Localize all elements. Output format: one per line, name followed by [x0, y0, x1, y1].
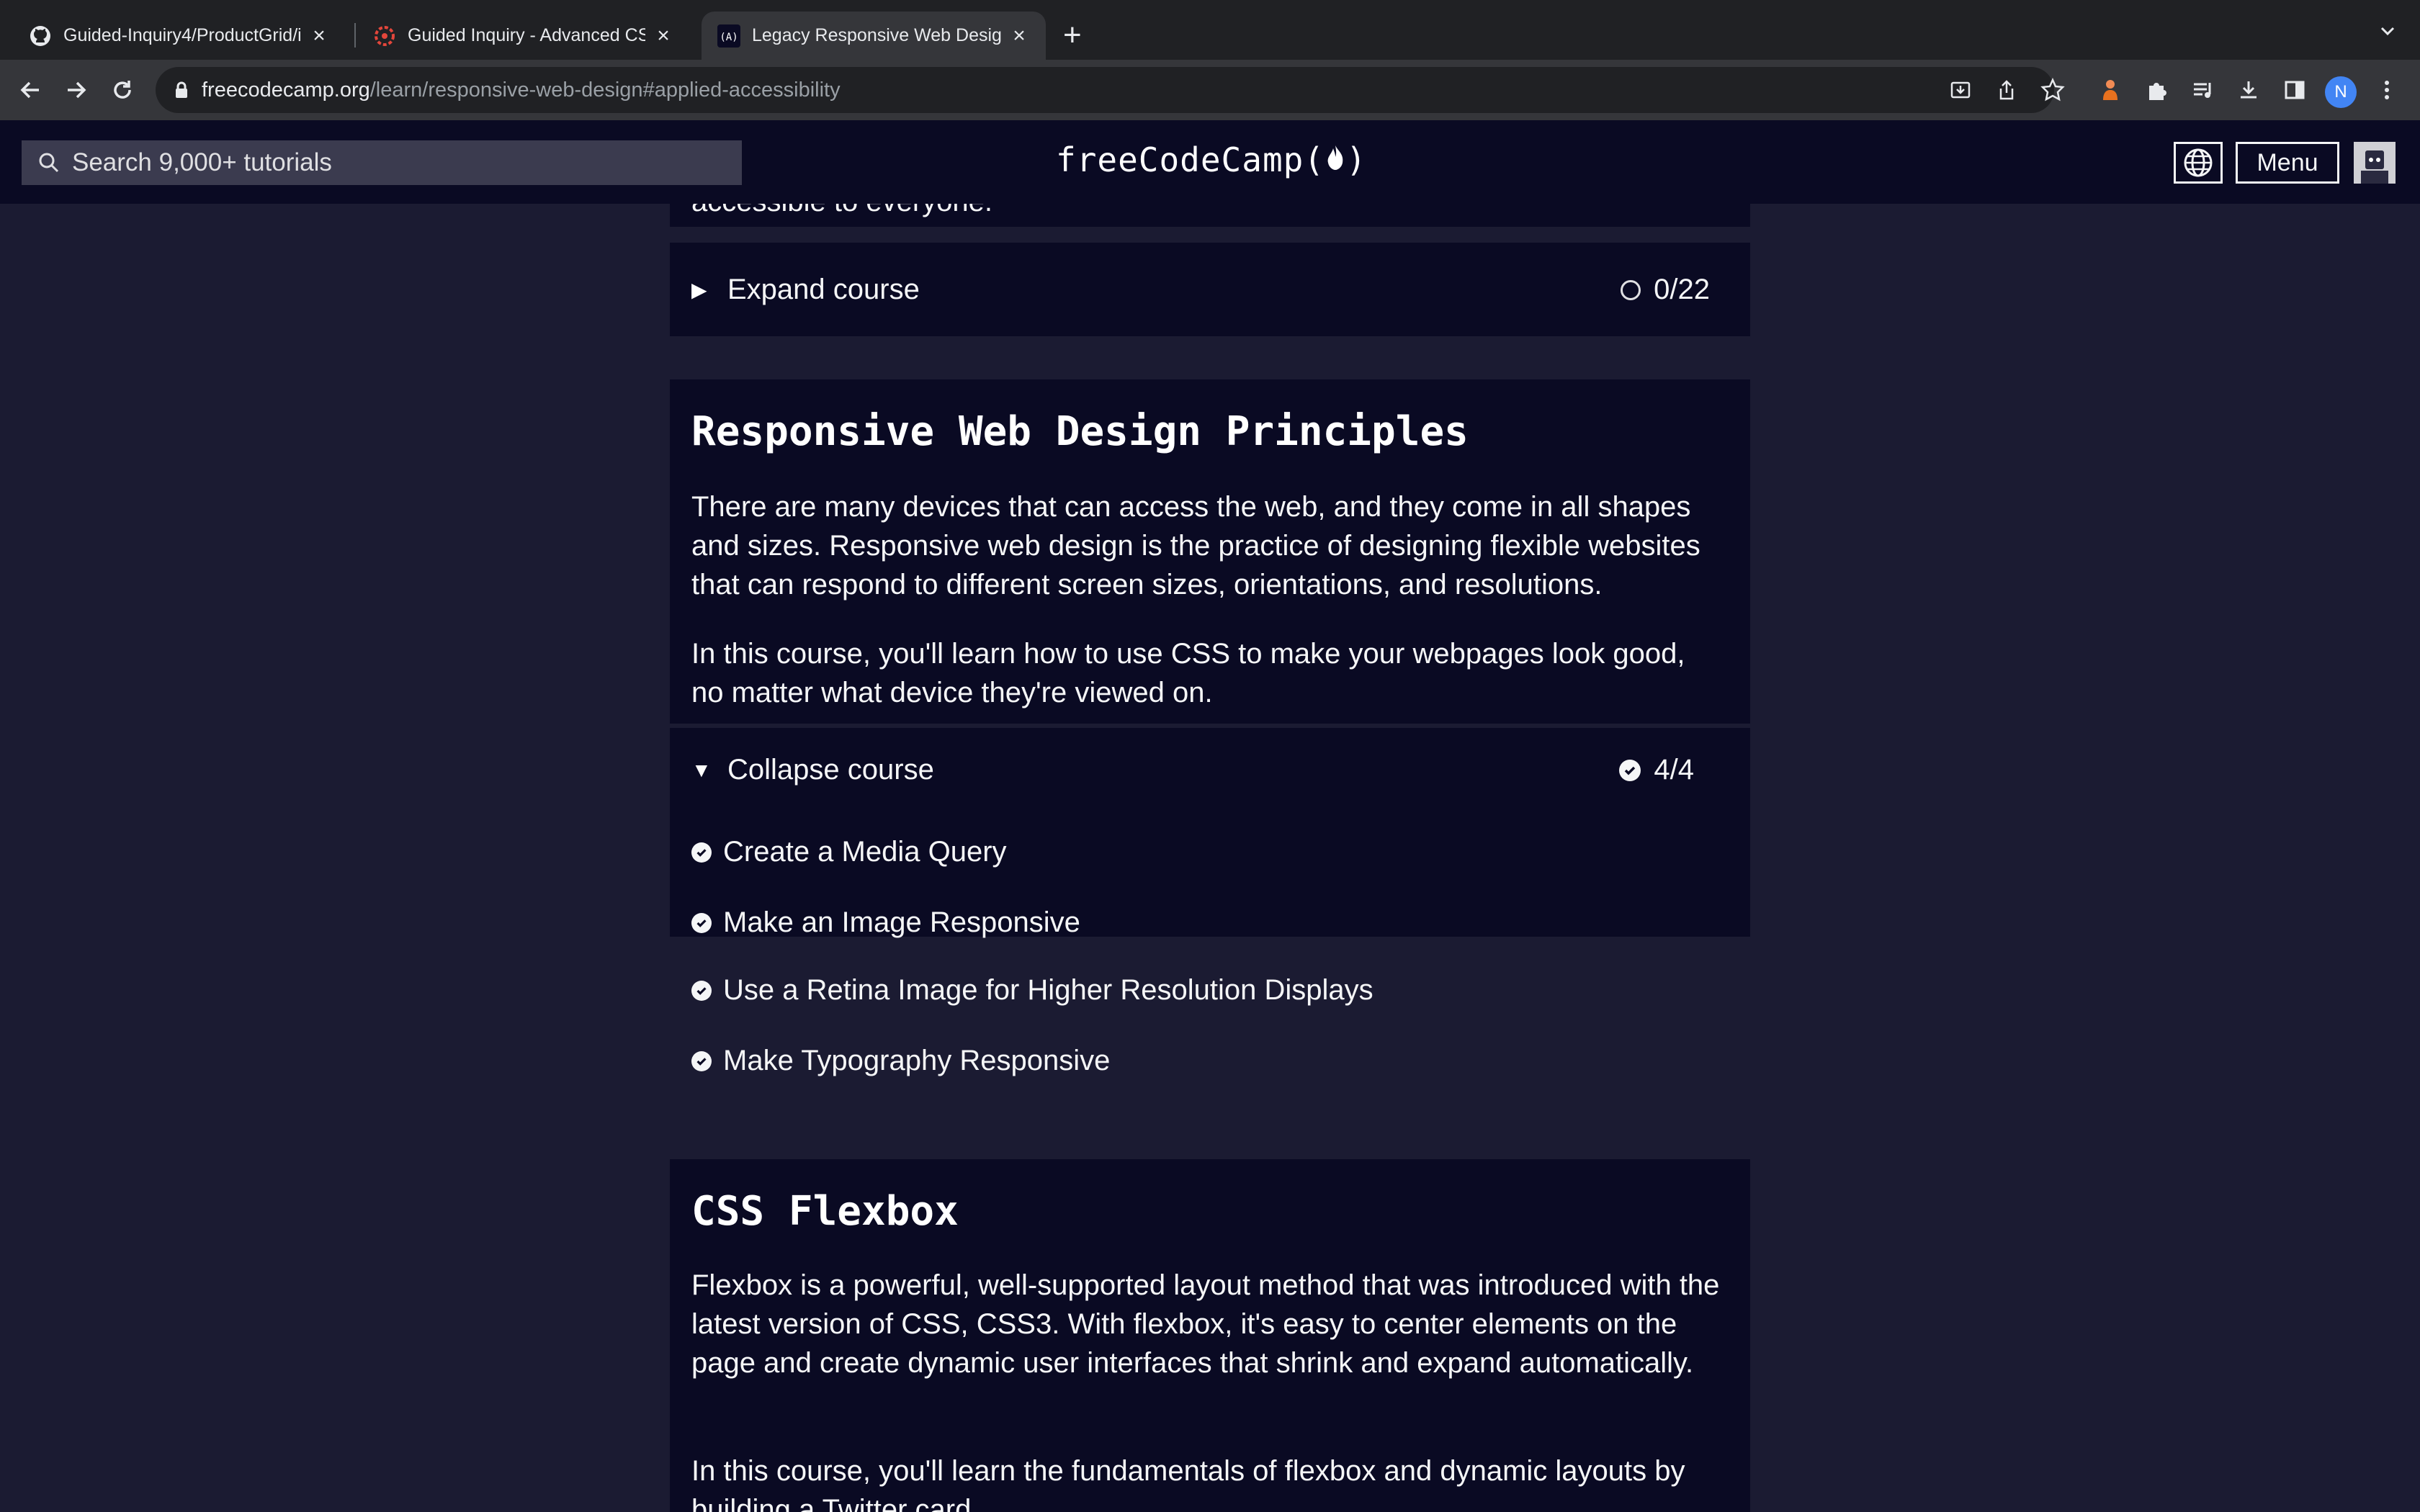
globe-icon	[2182, 147, 2214, 179]
close-icon[interactable]: ×	[653, 24, 674, 48]
browser-tab[interactable]: Guided-Inquiry4/ProductGrid/i ×	[13, 12, 346, 60]
browser-tab-strip: Guided-Inquiry4/ProductGrid/i × Guided I…	[0, 0, 2420, 60]
bookmark-star-icon[interactable]	[2038, 76, 2067, 104]
fcc-navbar: Search 9,000+ tutorials freeCodeCamp() M…	[0, 120, 2420, 204]
challenge-link[interactable]: Use a Retina Image for Higher Resolution…	[691, 974, 1373, 1007]
check-circle-icon	[691, 842, 712, 863]
browser-tab[interactable]: Guided Inquiry - Advanced CS ×	[357, 12, 690, 60]
empty-circle-icon	[1621, 279, 1641, 300]
course-progress: 0/22	[1621, 274, 1710, 306]
url-host: freecodecamp.org	[202, 78, 370, 102]
block-description: In this course, you'll learn the fundame…	[691, 1455, 1685, 1512]
rwd-principles-block: Responsive Web Design Principles There a…	[670, 379, 1750, 939]
triangle-down-icon: ▼	[691, 758, 712, 781]
challenge-title: Make Typography Responsive	[723, 1045, 1111, 1076]
tab-separator	[354, 23, 356, 48]
address-bar[interactable]: freecodecamp.org/learn/responsive-web-de…	[156, 67, 2054, 113]
user-avatar[interactable]	[2354, 142, 2396, 184]
challenge-link[interactable]: Create a Media Query	[691, 836, 1007, 868]
block-title: CSS Flexbox	[691, 1188, 959, 1235]
extension-icon[interactable]	[2096, 76, 2125, 104]
check-circle-icon	[691, 1050, 712, 1071]
previous-block-description: accessible to everyone.	[670, 204, 1750, 227]
block-title: Responsive Web Design Principles	[691, 408, 1469, 455]
check-circle-icon	[1619, 759, 1641, 781]
reload-icon[interactable]	[107, 74, 138, 106]
svg-text:(A): (A)	[720, 32, 738, 43]
block-description: There are many devices that can access t…	[691, 491, 1700, 600]
download-icon[interactable]	[2234, 76, 2263, 104]
tab-title: Guided Inquiry - Advanced CS	[408, 25, 645, 45]
expand-course-toggle[interactable]: ▶ Expand course	[691, 274, 920, 306]
logo-text-close: )	[1346, 140, 1367, 179]
reading-list-icon[interactable]	[2188, 76, 2217, 104]
progress-count: 0/22	[1654, 274, 1710, 305]
divider	[670, 724, 1750, 728]
github-icon	[29, 24, 52, 48]
block-description: Flexbox is a powerful, well-supported la…	[691, 1269, 1720, 1379]
profile-avatar[interactable]: N	[2325, 76, 2357, 108]
course-progress: 4/4	[1619, 754, 1694, 786]
progress-count: 4/4	[1654, 754, 1694, 786]
menu-button[interactable]: Menu	[2236, 142, 2339, 184]
language-globe-button[interactable]	[2174, 142, 2223, 184]
search-icon	[37, 151, 60, 181]
kebab-menu-icon[interactable]	[2372, 76, 2401, 104]
challenge-link[interactable]: Make an Image Responsive	[691, 906, 1080, 939]
challenge-title: Use a Retina Image for Higher Resolution…	[723, 974, 1373, 1006]
flame-icon	[1325, 143, 1346, 182]
css-flexbox-block: CSS Flexbox Flexbox is a powerful, well-…	[670, 1159, 1750, 1512]
collapse-course-label: Collapse course	[727, 754, 934, 786]
logo-text: freeCodeCamp(	[1056, 140, 1325, 179]
challenge-title: Create a Media Query	[723, 836, 1007, 868]
search-input[interactable]: Search 9,000+ tutorials	[22, 140, 742, 185]
lock-icon[interactable]	[174, 81, 189, 99]
curriculum-column: accessible to everyone. ▶ Expand course …	[670, 204, 1750, 1512]
side-panel-icon[interactable]	[2280, 76, 2309, 104]
previous-block-cutoff-text: accessible to everyone.	[691, 204, 992, 217]
search-placeholder: Search 9,000+ tutorials	[72, 148, 332, 176]
browser-toolbar: freecodecamp.org/learn/responsive-web-de…	[0, 60, 2420, 120]
puzzle-extensions-icon[interactable]	[2142, 76, 2171, 104]
collapse-course-toggle[interactable]: ▼ Collapse course	[691, 754, 934, 786]
chevron-down-icon[interactable]	[2377, 20, 2398, 42]
canvas-icon	[373, 24, 396, 48]
check-circle-icon	[691, 912, 712, 933]
triangle-right-icon: ▶	[691, 279, 707, 301]
challenge-link[interactable]: Make Typography Responsive	[691, 1045, 1110, 1077]
tab-title: Guided-Inquiry4/ProductGrid/i	[63, 25, 301, 45]
share-icon[interactable]	[1992, 76, 2021, 104]
previous-block-toggle[interactable]: ▶ Expand course 0/22	[670, 243, 1750, 336]
check-circle-icon	[691, 980, 712, 1001]
expand-course-label: Expand course	[727, 274, 920, 305]
back-arrow-icon[interactable]	[14, 74, 46, 106]
browser-tab-active[interactable]: (A) Legacy Responsive Web Desig ×	[702, 12, 1046, 60]
tab-title: Legacy Responsive Web Desig	[752, 25, 1001, 45]
challenge-title: Make an Image Responsive	[723, 906, 1080, 938]
url-path: /learn/responsive-web-design#applied-acc…	[369, 78, 841, 102]
close-icon[interactable]: ×	[1008, 24, 1030, 48]
install-app-icon[interactable]	[1946, 76, 1975, 104]
fcc-logo[interactable]: freeCodeCamp()	[1056, 140, 1367, 182]
new-tab-button[interactable]: +	[1063, 19, 1082, 52]
block-description: In this course, you'll learn how to use …	[691, 638, 1685, 708]
close-icon[interactable]: ×	[308, 24, 330, 48]
freecodecamp-icon: (A)	[717, 24, 740, 48]
forward-arrow-icon[interactable]	[60, 74, 92, 106]
